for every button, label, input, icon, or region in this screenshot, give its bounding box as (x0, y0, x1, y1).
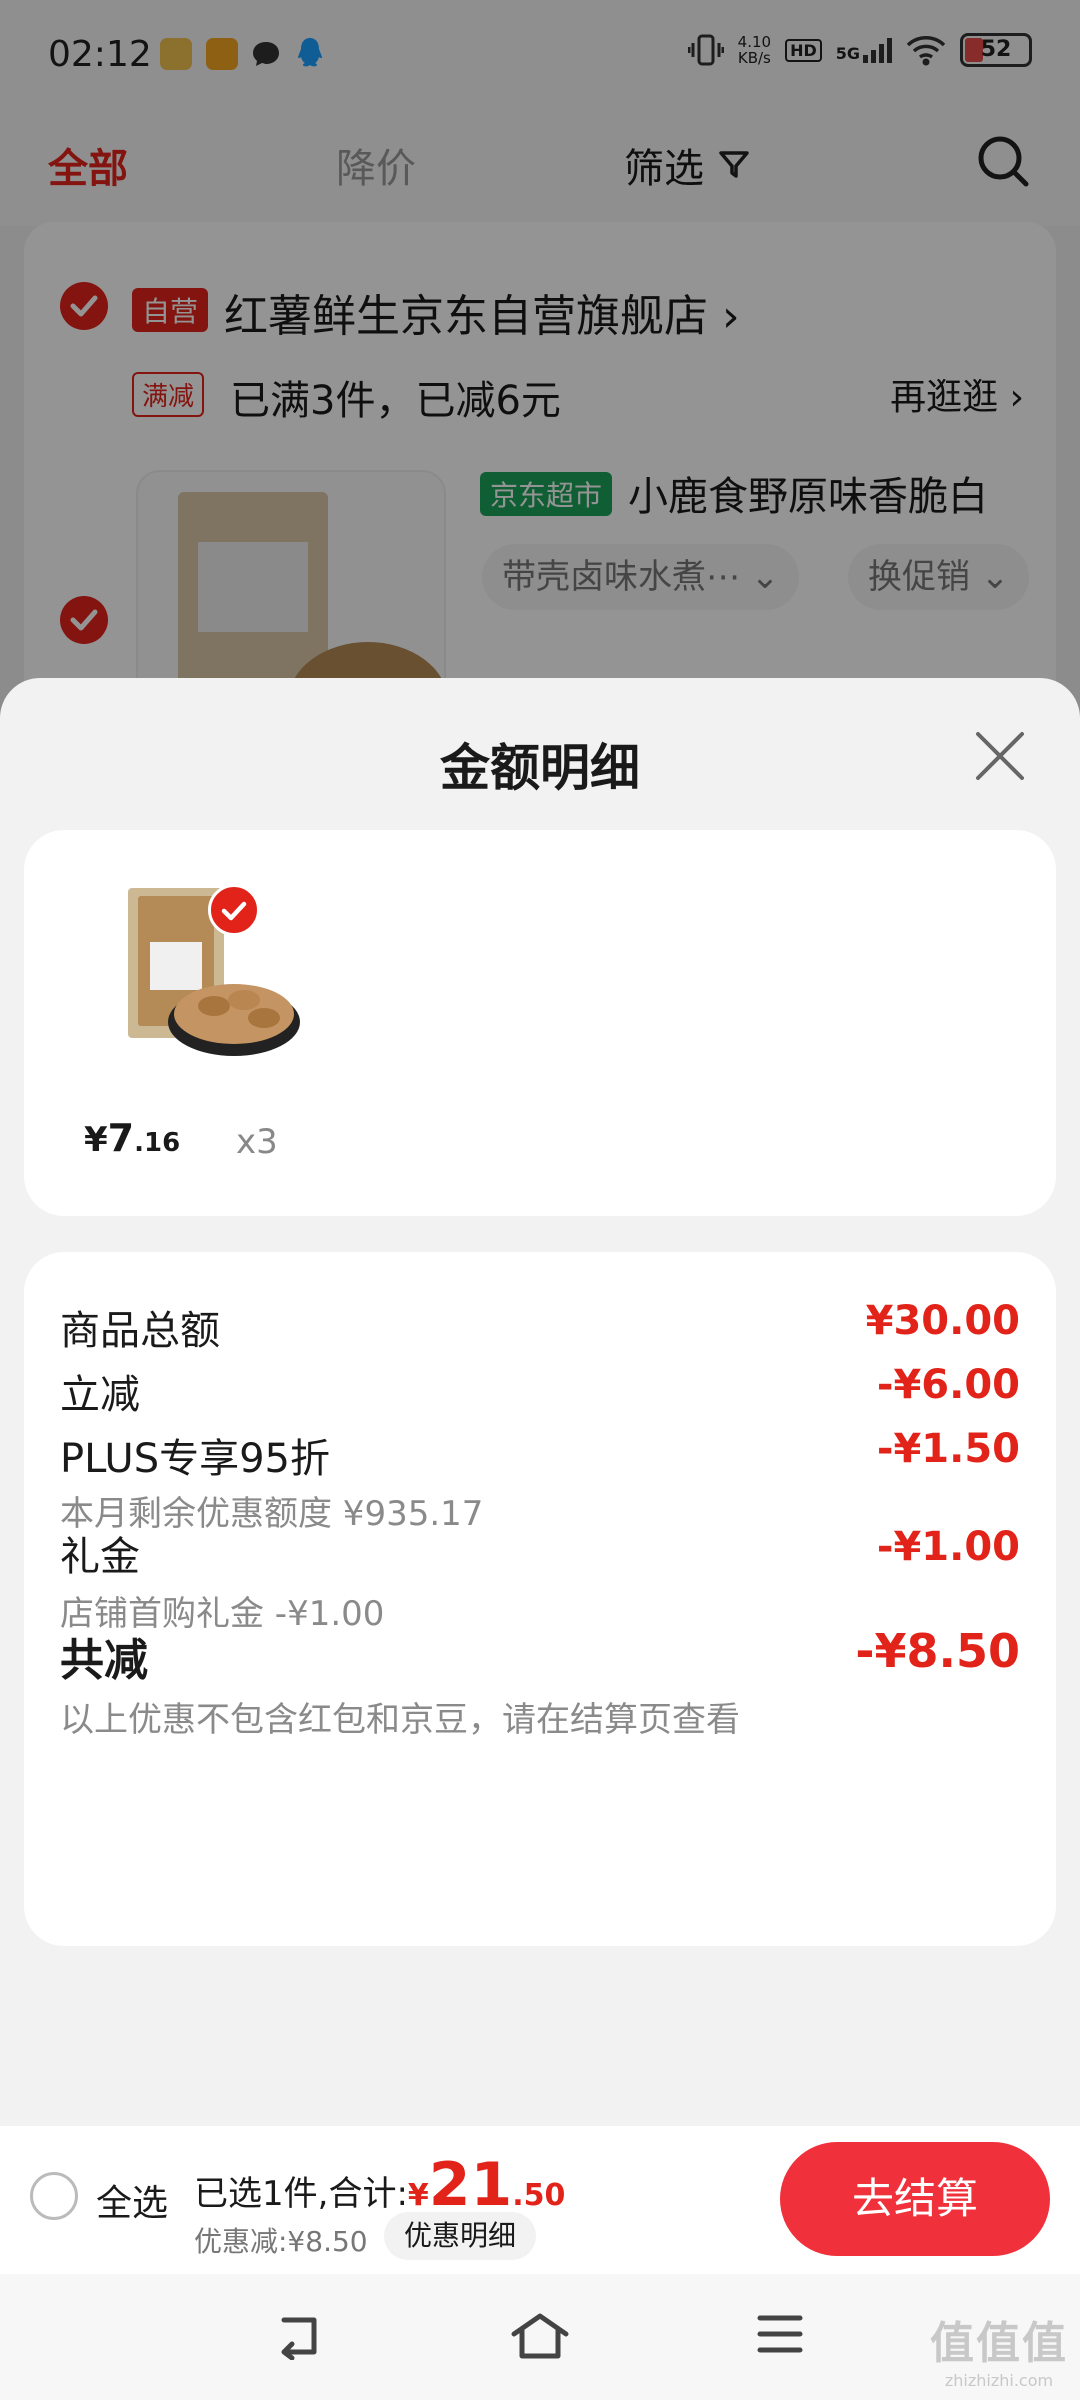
system-navigation-bar: 值值值 zhizhizhi.com (0, 2274, 1080, 2400)
home-icon[interactable] (510, 2312, 570, 2360)
check-icon (221, 901, 247, 921)
total-summary: 已选1件,合计:¥21.50 (194, 2150, 565, 2220)
discount-detail-button[interactable]: 优惠明细 (384, 2212, 537, 2260)
discount-summary: 优惠减:¥8.50 (194, 2225, 368, 2258)
menu-icon[interactable] (756, 2312, 804, 2356)
discount-disclaimer: 以上优惠不包含红包和京豆，请在结算页查看 (60, 1700, 740, 1740)
total-decimal: .50 (512, 2178, 566, 2213)
gift-money-label: 礼金 (60, 1534, 140, 1580)
checkout-bar: 全选 已选1件,合计:¥21.50 优惠减:¥8.50 优惠明细 去结算 (0, 2126, 1080, 2274)
watermark: 值值值 zhizhizhi.com (930, 2318, 1068, 2390)
item-quantity: x3 (236, 1122, 278, 1162)
close-icon[interactable] (972, 728, 1028, 784)
total-discount-value: -¥8.50 (855, 1624, 1020, 1678)
subtotal-label: 商品总额 (60, 1308, 220, 1354)
instant-discount-label: 立减 (60, 1372, 140, 1418)
amount-breakdown-card: 商品总额 ¥30.00 立减 -¥6.00 PLUS专享95折 -¥1.50 本… (24, 1252, 1056, 1946)
item-selected-check[interactable] (208, 884, 260, 936)
total-discount-label: 共减 (60, 1635, 148, 1686)
instant-discount-value: -¥6.00 (876, 1362, 1020, 1408)
subtotal-value: ¥30.00 (865, 1298, 1020, 1344)
item-price: ¥7.16 (84, 1116, 181, 1160)
total-integer: 21 (428, 2150, 513, 2220)
summary-prefix: 已选1件,合计: (194, 2174, 408, 2214)
plus-discount-value: -¥1.50 (876, 1426, 1020, 1472)
product-image (128, 888, 300, 1056)
select-all-label[interactable]: 全选 (96, 2174, 168, 2226)
sheet-title: 金额明细 (440, 739, 640, 797)
select-all-radio[interactable] (30, 2172, 78, 2220)
gift-money-value: -¥1.00 (876, 1524, 1020, 1570)
back-icon[interactable] (274, 2312, 326, 2360)
checkout-button[interactable]: 去结算 (780, 2142, 1050, 2256)
selected-items-card: ¥7.16 x3 (24, 830, 1056, 1216)
total-currency: ¥ (407, 2178, 429, 2213)
plus-discount-label: PLUS专享95折 (60, 1436, 330, 1482)
